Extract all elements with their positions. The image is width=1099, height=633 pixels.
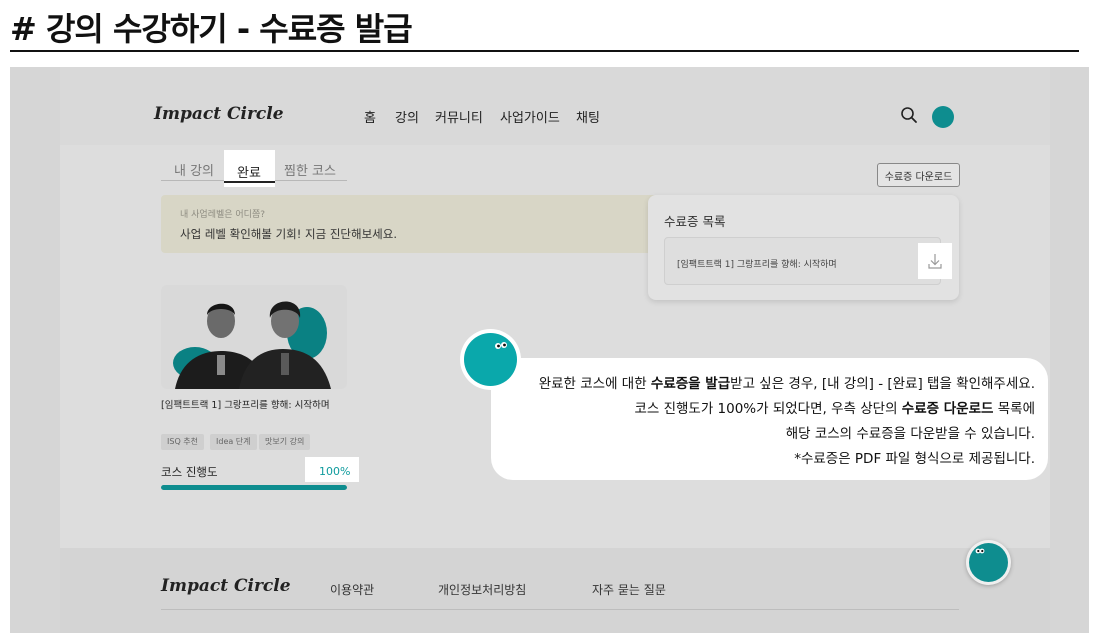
download-icon [928, 254, 942, 269]
certificate-item-name: [임팩트트랙 1] 그랑프리를 향해: 시작하며 [677, 260, 837, 270]
footer-link-terms[interactable]: 이용약관 [330, 581, 374, 598]
progress-percent-highlight: 100% [305, 457, 359, 482]
callout-line-1: 완료한 코스에 대한 수료증을 발급받고 싶은 경우, [내 강의] - [완료… [538, 376, 1035, 392]
course-thumbnail[interactable] [161, 285, 347, 389]
nav-courses[interactable]: 강의 [395, 107, 419, 126]
certificate-download-action[interactable] [918, 243, 952, 279]
guide-mascot-icon [464, 333, 517, 386]
top-navigation: Impact Circle 홈 강의 커뮤니티 사업가이드 채팅 [60, 67, 1050, 145]
footer: Impact Circle 이용약관 개인정보처리방침 자주 묻는 질문 [60, 548, 1050, 633]
course-tag: Idea 단계 [210, 434, 257, 450]
business-level-banner[interactable]: 내 사업레벨은 어디쯤? 사업 레벨 확인해볼 기회! 지금 진단해보세요. [161, 195, 721, 253]
progress-label: 코스 진행도 [161, 465, 218, 479]
guide-callout: 완료한 코스에 대한 수료증을 발급받고 싶은 경우, [내 강의] - [완료… [491, 358, 1048, 480]
instructors-photo [161, 285, 347, 389]
certificate-download-button[interactable]: 수료증 다운로드 [877, 163, 960, 187]
callout-line-3: 해당 코스의 수료증을 다운받을 수 있습니다. [785, 426, 1035, 442]
nav-home[interactable]: 홈 [364, 107, 376, 126]
tab-completed[interactable]: 완료 [224, 150, 275, 187]
course-tag: 맛보기 강의 [259, 434, 311, 450]
avatar[interactable] [932, 106, 954, 128]
tab-my-courses[interactable]: 내 강의 [174, 160, 214, 179]
banner-question: 내 사업레벨은 어디쯤? [180, 210, 266, 220]
course-title[interactable]: [임팩트트랙 1] 그랑프리를 향해: 시작하며 [161, 397, 330, 411]
certificate-list-title: 수료증 목록 [664, 214, 726, 229]
heading-divider [10, 50, 1079, 52]
nav-community[interactable]: 커뮤니티 [435, 107, 483, 126]
tab-wishlist[interactable]: 찜한 코스 [284, 160, 336, 179]
progress-percent: 100% [319, 465, 351, 478]
chat-launcher-icon[interactable] [969, 543, 1008, 582]
banner-message: 사업 레벨 확인해볼 기회! 지금 진단해보세요. [180, 227, 397, 241]
certificate-list-panel: 수료증 목록 [임팩트트랙 1] 그랑프리를 향해: 시작하며 [648, 195, 959, 300]
footer-link-faq[interactable]: 자주 묻는 질문 [592, 581, 666, 598]
nav-chat[interactable]: 채팅 [576, 107, 600, 126]
dimmed-page: Impact Circle 홈 강의 커뮤니티 사업가이드 채팅 내 강의 찜한… [60, 67, 1050, 633]
footer-logo[interactable]: Impact Circle [161, 576, 291, 596]
certificate-item: [임팩트트랙 1] 그랑프리를 향해: 시작하며 [664, 237, 941, 285]
tab-completed-label: 완료 [237, 166, 261, 181]
search-icon[interactable] [900, 106, 918, 124]
callout-line-2: 코스 진행도가 100%가 되었다면, 우측 상단의 수료증 다운로드 목록에 [634, 401, 1035, 417]
page-heading: # 강의 수강하기 - 수료증 발급 [10, 10, 413, 48]
course-tag: ISQ 추천 [161, 434, 204, 450]
footer-link-privacy[interactable]: 개인정보처리방침 [438, 581, 526, 598]
callout-line-4: *수료증은 PDF 파일 형식으로 제공됩니다. [794, 451, 1035, 467]
footer-divider [161, 609, 959, 610]
active-tab-underline [224, 181, 275, 183]
screenshot-frame: Impact Circle 홈 강의 커뮤니티 사업가이드 채팅 내 강의 찜한… [10, 67, 1089, 633]
progress-bar [161, 485, 347, 490]
site-logo[interactable]: Impact Circle [154, 104, 284, 124]
nav-business-guide[interactable]: 사업가이드 [500, 107, 560, 126]
progress-bar-fill [161, 485, 347, 490]
